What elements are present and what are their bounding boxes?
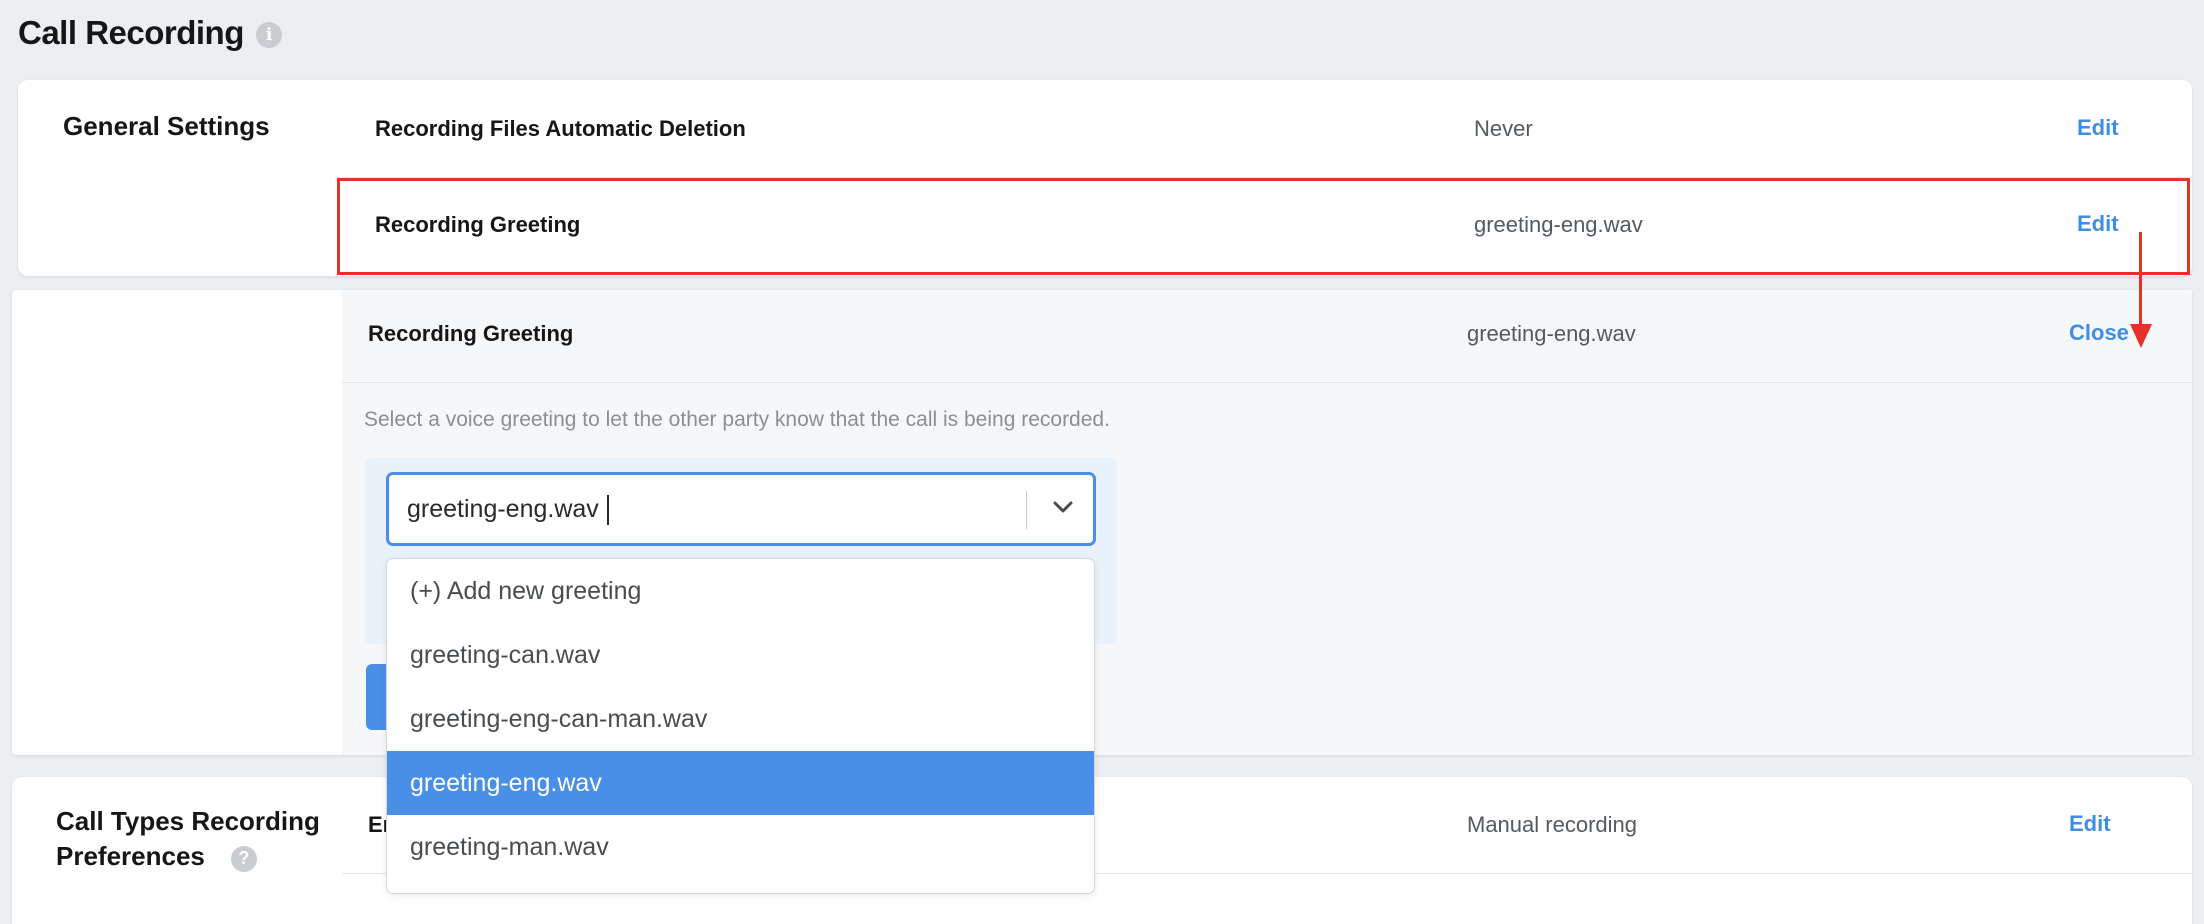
option-greeting-can[interactable]: greeting-can.wav (387, 623, 1094, 687)
select-value-text: greeting-eng.wav (407, 495, 599, 523)
call-types-card: Call Types Recording Preferences ? Er Ma… (12, 777, 2192, 924)
deletion-row-value: Never (1474, 116, 1533, 141)
text-caret (606, 495, 609, 526)
greeting-row-label: Recording Greeting (375, 212, 581, 237)
question-icon[interactable]: ? (230, 845, 257, 872)
chevron-down-icon[interactable] (1051, 495, 1075, 519)
greeting-select[interactable]: greeting-eng.wav (386, 472, 1096, 546)
recording-greeting-expanded-card: Recording Greeting greeting-eng.wav Clos… (12, 290, 2192, 755)
general-settings-label: General Settings (63, 111, 270, 141)
call-types-row-value: Manual recording (1467, 812, 1637, 837)
call-types-label-line2: Preferences (56, 841, 205, 871)
select-separator (1026, 491, 1027, 529)
expanded-value: greeting-eng.wav (1467, 321, 1636, 346)
call-types-edit-link[interactable]: Edit (2069, 811, 2111, 837)
annotation-arrow-head (2130, 324, 2152, 348)
option-greeting-eng-can-man[interactable]: greeting-eng-can-man.wav (387, 687, 1094, 751)
greeting-hint-text: Select a voice greeting to let the other… (364, 408, 1110, 431)
row-divider (337, 177, 2192, 178)
option-add-new-greeting[interactable]: (+) Add new greeting (387, 559, 1094, 623)
expanded-label: Recording Greeting (368, 321, 574, 346)
general-settings-card: General Settings Recording Files Automat… (18, 80, 2192, 276)
call-types-label-line2-wrap: Preferences ? (56, 839, 320, 874)
option-greeting-man[interactable]: greeting-man.wav (387, 815, 1094, 879)
deletion-row-label: Recording Files Automatic Deletion (375, 116, 746, 141)
call-types-label-line1: Call Types Recording (56, 806, 320, 836)
page: Call Recording i General Settings Record… (0, 0, 2204, 924)
deletion-edit-link[interactable]: Edit (2077, 115, 2119, 141)
page-title: Call Recording i (18, 14, 282, 52)
greeting-edit-link[interactable]: Edit (2077, 211, 2119, 237)
select-value[interactable]: greeting-eng.wav (407, 495, 609, 526)
option-greeting-eng[interactable]: greeting-eng.wav (387, 751, 1094, 815)
call-types-label: Call Types Recording Preferences ? (56, 804, 320, 874)
greeting-row-value: greeting-eng.wav (1474, 212, 1643, 237)
close-link[interactable]: Close (2069, 320, 2129, 346)
info-icon[interactable]: i (255, 22, 282, 48)
page-title-text: Call Recording (18, 14, 244, 51)
annotation-arrow-line (2139, 232, 2142, 327)
greeting-dropdown-list: (+) Add new greeting greeting-can.wav gr… (386, 558, 1095, 894)
expand-header-divider (342, 382, 2192, 383)
